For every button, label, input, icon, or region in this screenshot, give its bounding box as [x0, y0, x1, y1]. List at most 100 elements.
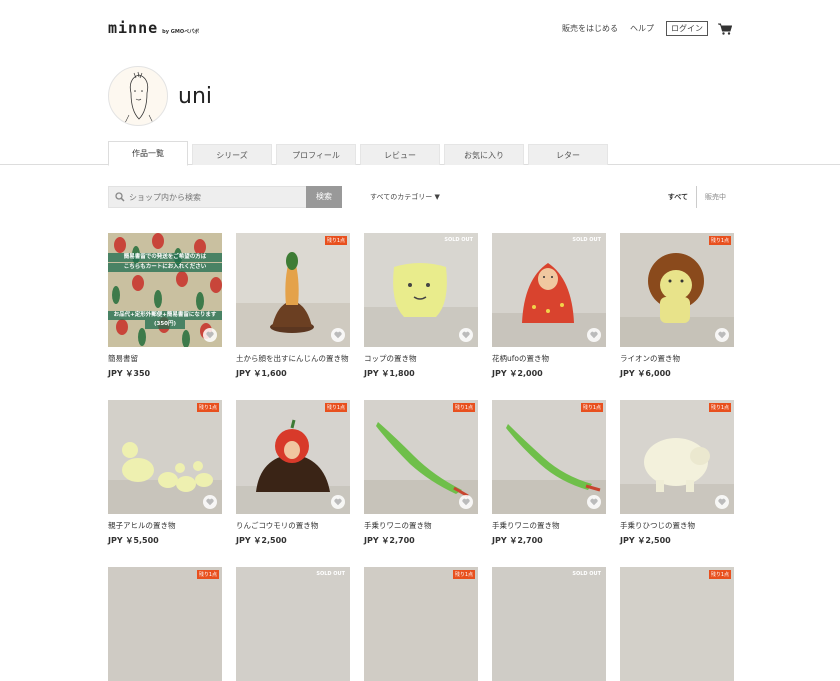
product-name[interactable]: 手乗りひつじの置き物 [620, 520, 734, 531]
tab-series[interactable]: シリーズ [192, 144, 272, 165]
product-name[interactable]: りんごコウモリの置き物 [236, 520, 350, 531]
tab-letter[interactable]: レター [528, 144, 608, 165]
stock-badge: 残り1点 [196, 403, 219, 412]
product-image[interactable]: 残り1点 [108, 567, 222, 681]
favorite-button[interactable] [715, 495, 729, 509]
search-input[interactable] [129, 190, 299, 205]
product-price: JPY ￥350 [108, 369, 151, 378]
product-card[interactable]: SOLD OUT [236, 567, 350, 681]
product-price: JPY ￥2,700 [492, 536, 543, 545]
product-card[interactable]: SOLD OUT [492, 567, 606, 681]
favorite-button[interactable] [587, 495, 601, 509]
favorite-button[interactable] [331, 328, 345, 342]
tab-reviews[interactable]: レビュー [360, 144, 440, 165]
product-name[interactable]: 花柄ufoの置き物 [492, 353, 606, 364]
product-card[interactable]: 残り1点 [364, 567, 478, 681]
stock-badge: 残り1点 [708, 236, 731, 245]
category-dropdown[interactable]: すべてのカテゴリー ▼ [370, 186, 440, 208]
notice-line-1: 簡易書留での発送をご希望の方は [108, 253, 222, 262]
shop-avatar[interactable] [108, 66, 168, 126]
heart-icon [590, 498, 598, 506]
product-image[interactable]: 残り1点 [620, 233, 734, 347]
product-card[interactable]: 残り1点 親子アヒルの置き物 JPY ￥5,500 [108, 400, 222, 546]
login-button[interactable]: ログイン [666, 21, 708, 36]
product-image[interactable]: 残り1点 [364, 567, 478, 681]
product-card[interactable]: 残り1点 土から顔を出すにんじんの置き物 JPY ￥1,600 [236, 233, 350, 379]
tab-products[interactable]: 作品一覧 [108, 141, 188, 166]
avatar-drawing-icon [124, 71, 154, 124]
product-image[interactable]: 残り1点 [236, 400, 350, 514]
product-card[interactable]: SOLD OUT 花柄ufoの置き物 JPY ￥2,000 [492, 233, 606, 379]
minne-logo[interactable]: minne by GMOペパボ [108, 19, 199, 37]
favorite-button[interactable] [459, 495, 473, 509]
cart-icon[interactable] [718, 23, 732, 35]
product-image[interactable]: 残り1点 [236, 233, 350, 347]
heart-icon [718, 331, 726, 339]
product-card[interactable]: 残り1点 ライオンの置き物 JPY ￥6,000 [620, 233, 734, 379]
favorite-button[interactable] [459, 328, 473, 342]
logo-text: minne [108, 19, 159, 37]
product-image[interactable]: 残り1点 [620, 567, 734, 681]
help-link[interactable]: ヘルプ [630, 23, 654, 34]
stock-badge: SOLD OUT [444, 237, 473, 243]
product-image[interactable]: SOLD OUT [236, 567, 350, 681]
product-price: JPY ￥5,500 [108, 536, 159, 545]
product-image[interactable]: 残り1点 [108, 400, 222, 514]
favorite-button[interactable] [587, 328, 601, 342]
product-name[interactable]: コップの置き物 [364, 353, 478, 364]
product-name[interactable]: 手乗りワニの置き物 [492, 520, 606, 531]
product-image[interactable]: 簡易書留での発送をご希望の方は こちらもカートにお入れください お品代+定形外郵… [108, 233, 222, 347]
product-price: JPY ￥2,500 [236, 536, 287, 545]
filter-all[interactable]: すべて [668, 186, 697, 208]
sale-status-filter: すべて 販売中 [668, 186, 726, 208]
site-header: minne by GMOペパボ 販売をはじめる ヘルプ ログイン [0, 0, 840, 58]
product-card[interactable]: 残り1点 [620, 567, 734, 681]
shop-tabs: 作品一覧 シリーズ プロフィール レビュー お気に入り レター [0, 141, 840, 166]
favorite-button[interactable] [715, 328, 729, 342]
stock-badge: SOLD OUT [572, 237, 601, 243]
product-price: JPY ￥1,600 [236, 369, 287, 378]
product-name[interactable]: 親子アヒルの置き物 [108, 520, 222, 531]
product-card[interactable]: 簡易書留での発送をご希望の方は こちらもカートにお入れください お品代+定形外郵… [108, 233, 222, 379]
logo-sub-text: by GMOペパボ [162, 29, 200, 35]
heart-icon [334, 331, 342, 339]
search-icon [115, 192, 125, 202]
product-card[interactable]: 残り1点 りんごコウモリの置き物 JPY ￥2,500 [236, 400, 350, 546]
stock-badge: 残り1点 [708, 570, 731, 579]
heart-icon [590, 331, 598, 339]
product-card[interactable]: 残り1点 手乗りワニの置き物 JPY ￥2,700 [364, 400, 478, 546]
product-image[interactable]: 残り1点 [364, 400, 478, 514]
tab-profile[interactable]: プロフィール [276, 144, 356, 165]
product-card[interactable]: 残り1点 手乗りワニの置き物 JPY ￥2,700 [492, 400, 606, 546]
product-name[interactable]: 土から顔を出すにんじんの置き物 [236, 353, 350, 364]
product-name[interactable]: 簡易書留 [108, 353, 222, 364]
product-image[interactable]: SOLD OUT [492, 233, 606, 347]
stock-badge: 残り1点 [708, 403, 731, 412]
filter-bar: 検索 すべてのカテゴリー ▼ すべて 販売中 [108, 186, 732, 208]
product-name[interactable]: 手乗りワニの置き物 [364, 520, 478, 531]
favorite-button[interactable] [203, 495, 217, 509]
stock-badge: SOLD OUT [316, 571, 345, 577]
stock-badge: 残り1点 [324, 236, 347, 245]
product-image[interactable]: 残り1点 [492, 400, 606, 514]
tab-favorites[interactable]: お気に入り [444, 144, 524, 165]
product-card[interactable]: 残り1点 手乗りひつじの置き物 JPY ￥2,500 [620, 400, 734, 546]
product-name[interactable]: ライオンの置き物 [620, 353, 734, 364]
favorite-button[interactable] [331, 495, 345, 509]
product-image[interactable]: SOLD OUT [492, 567, 606, 681]
shop-profile: uni [108, 66, 212, 126]
search-button[interactable]: 検索 [306, 186, 342, 208]
product-image[interactable]: 残り1点 [620, 400, 734, 514]
product-image[interactable]: SOLD OUT [364, 233, 478, 347]
heart-icon [718, 498, 726, 506]
favorite-button[interactable] [203, 328, 217, 342]
notice-line-4: (350円) [145, 320, 185, 329]
shop-search [108, 186, 306, 208]
filter-on-sale[interactable]: 販売中 [697, 186, 726, 208]
product-card[interactable]: SOLD OUT コップの置き物 JPY ￥1,800 [364, 233, 478, 379]
product-card[interactable]: 残り1点 [108, 567, 222, 681]
heart-icon [206, 498, 214, 506]
heart-icon [462, 331, 470, 339]
start-selling-link[interactable]: 販売をはじめる [562, 23, 618, 34]
stock-badge: SOLD OUT [572, 571, 601, 577]
